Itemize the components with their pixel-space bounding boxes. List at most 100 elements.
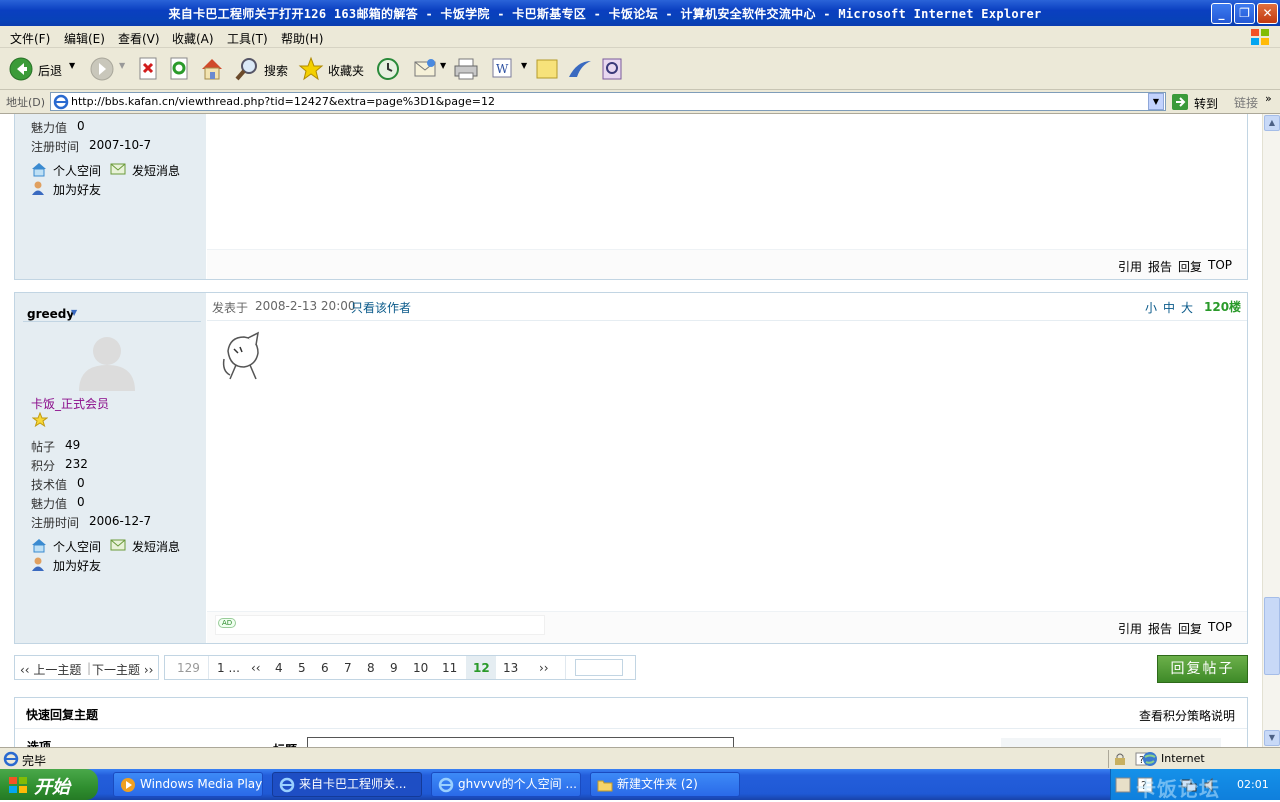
- top-link[interactable]: TOP: [1208, 258, 1232, 272]
- next-thread-link[interactable]: 下一主题 ››: [92, 661, 153, 678]
- maximize-button[interactable]: ❐: [1234, 3, 1255, 24]
- menu-file[interactable]: 文件(F): [10, 30, 50, 47]
- floor-number[interactable]: 120楼: [1204, 298, 1241, 315]
- scroll-thumb[interactable]: [1264, 597, 1280, 675]
- page-prev[interactable]: ‹‹: [251, 661, 261, 675]
- menu-edit[interactable]: 编辑(E): [64, 30, 105, 47]
- research-icon[interactable]: [599, 56, 625, 82]
- page-first[interactable]: 1 ...: [217, 661, 240, 675]
- close-button[interactable]: ✕: [1257, 3, 1278, 24]
- reply-link[interactable]: 回复: [1178, 620, 1202, 637]
- divider: [565, 656, 566, 679]
- page-link[interactable]: 6: [321, 661, 329, 675]
- go-arrow-icon: [1172, 94, 1188, 110]
- author-name[interactable]: greedy: [27, 307, 74, 321]
- history-icon[interactable]: [375, 56, 401, 82]
- star-rank-icon: [32, 412, 48, 428]
- links-label[interactable]: 链接: [1234, 94, 1258, 111]
- tray-app-icon[interactable]: [1115, 777, 1131, 793]
- page-link[interactable]: 13: [503, 661, 518, 675]
- search-label: 搜索: [264, 64, 289, 78]
- ad-badge: AD: [218, 618, 237, 628]
- task-ie-thread[interactable]: 来自卡巴工程师关...: [272, 772, 422, 797]
- favorites-button[interactable]: 收藏夹: [298, 56, 368, 82]
- scroll-up-icon[interactable]: ▲: [1264, 115, 1280, 131]
- page-link[interactable]: 5: [298, 661, 306, 675]
- prev-thread-link[interactable]: ‹‹ 上一主题: [20, 661, 81, 678]
- search-button[interactable]: 搜索: [234, 56, 292, 82]
- add-friend-link[interactable]: 加为好友: [53, 181, 101, 198]
- menu-help[interactable]: 帮助(H): [281, 30, 323, 47]
- refresh-icon[interactable]: [169, 57, 191, 81]
- task-ie-space[interactable]: ghvvvv的个人空间 ...: [431, 772, 581, 797]
- reply-link[interactable]: 回复: [1178, 258, 1202, 275]
- menu-view[interactable]: 查看(V): [118, 30, 160, 47]
- mail-dropdown-icon[interactable]: ▼: [440, 61, 446, 70]
- reply-post-button[interactable]: 回复帖子: [1157, 655, 1248, 683]
- quick-reply-extra: [1001, 738, 1221, 747]
- minimize-button[interactable]: _: [1211, 3, 1232, 24]
- page-link[interactable]: 8: [367, 661, 375, 675]
- page-link[interactable]: 11: [442, 661, 457, 675]
- menu-tools[interactable]: 工具(T): [227, 30, 268, 47]
- report-link[interactable]: 报告: [1148, 258, 1172, 275]
- links-more-icon[interactable]: »: [1265, 92, 1272, 105]
- add-friend-link[interactable]: 加为好友: [53, 557, 101, 574]
- discuss-icon[interactable]: [535, 57, 559, 81]
- quote-link[interactable]: 引用: [1118, 258, 1142, 275]
- divider: [208, 656, 209, 679]
- forward-arrow-icon[interactable]: [89, 56, 115, 82]
- field-value: 232: [65, 457, 88, 471]
- credit-policy-link[interactable]: 查看积分策略说明: [1139, 707, 1235, 724]
- divider: [23, 321, 201, 322]
- add-friend-icon: [32, 181, 44, 195]
- address-dropdown-icon[interactable]: ▼: [1148, 93, 1164, 110]
- report-link[interactable]: 报告: [1148, 620, 1172, 637]
- only-author-link[interactable]: 只看该作者: [351, 299, 411, 316]
- quote-link[interactable]: 引用: [1118, 620, 1142, 637]
- edit-dropdown-icon[interactable]: ▼: [521, 61, 527, 70]
- forward-dropdown-icon[interactable]: ▼: [119, 61, 125, 70]
- messenger-icon[interactable]: [567, 57, 593, 81]
- font-small-link[interactable]: 小: [1145, 299, 1157, 316]
- menu-favorites[interactable]: 收藏(A): [172, 30, 214, 47]
- address-input[interactable]: http://bbs.kafan.cn/viewthread.php?tid=1…: [50, 92, 1166, 111]
- print-icon[interactable]: [453, 56, 479, 82]
- back-button[interactable]: 后退: [8, 56, 70, 82]
- personal-space-link[interactable]: 个人空间: [53, 538, 101, 555]
- subject-input[interactable]: [307, 737, 734, 747]
- task-folder[interactable]: 新建文件夹 (2): [590, 772, 740, 797]
- go-button[interactable]: 转到: [1170, 92, 1224, 112]
- page-link[interactable]: 4: [275, 661, 283, 675]
- top-link[interactable]: TOP: [1208, 620, 1232, 634]
- ie-page-icon: [438, 777, 454, 793]
- windows-logo-icon: [1251, 29, 1269, 45]
- field-label: 积分: [31, 459, 56, 473]
- field-value: 2007-10-7: [89, 138, 152, 152]
- posted-label: 发表于: [212, 301, 249, 315]
- home-space-icon: [32, 539, 46, 553]
- author-menu-icon[interactable]: ▼: [71, 308, 77, 317]
- task-media-player[interactable]: Windows Media Player: [113, 772, 263, 797]
- start-button[interactable]: 开始: [0, 769, 98, 800]
- edit-word-icon[interactable]: W: [491, 57, 513, 79]
- page-link[interactable]: 9: [390, 661, 398, 675]
- home-icon[interactable]: [199, 56, 225, 82]
- mail-icon[interactable]: [413, 57, 439, 81]
- stop-icon[interactable]: [138, 57, 160, 81]
- page-link[interactable]: 10: [413, 661, 428, 675]
- vertical-scrollbar[interactable]: ▲ ▼: [1262, 114, 1280, 747]
- font-medium-link[interactable]: 中: [1163, 299, 1175, 316]
- scroll-down-icon[interactable]: ▼: [1264, 730, 1280, 746]
- send-message-link[interactable]: 发短消息: [132, 162, 180, 179]
- go-label: 转到: [1194, 97, 1219, 111]
- send-message-link[interactable]: 发短消息: [132, 538, 180, 555]
- page-link[interactable]: 7: [344, 661, 352, 675]
- window-title-bar[interactable]: 来自卡巴工程师关于打开126 163邮箱的解答 - 卡饭学院 - 卡巴斯基专区 …: [0, 0, 1280, 26]
- post-120: greedy ▼ 卡饭_正式会员 帖子 49 积分 232 技术值 0 魅力值 …: [14, 292, 1248, 644]
- page-next[interactable]: ››: [539, 661, 549, 675]
- font-large-link[interactable]: 大: [1181, 299, 1193, 316]
- page-jump-input[interactable]: [575, 659, 623, 676]
- personal-space-link[interactable]: 个人空间: [53, 162, 101, 179]
- back-dropdown-icon[interactable]: ▼: [69, 61, 75, 70]
